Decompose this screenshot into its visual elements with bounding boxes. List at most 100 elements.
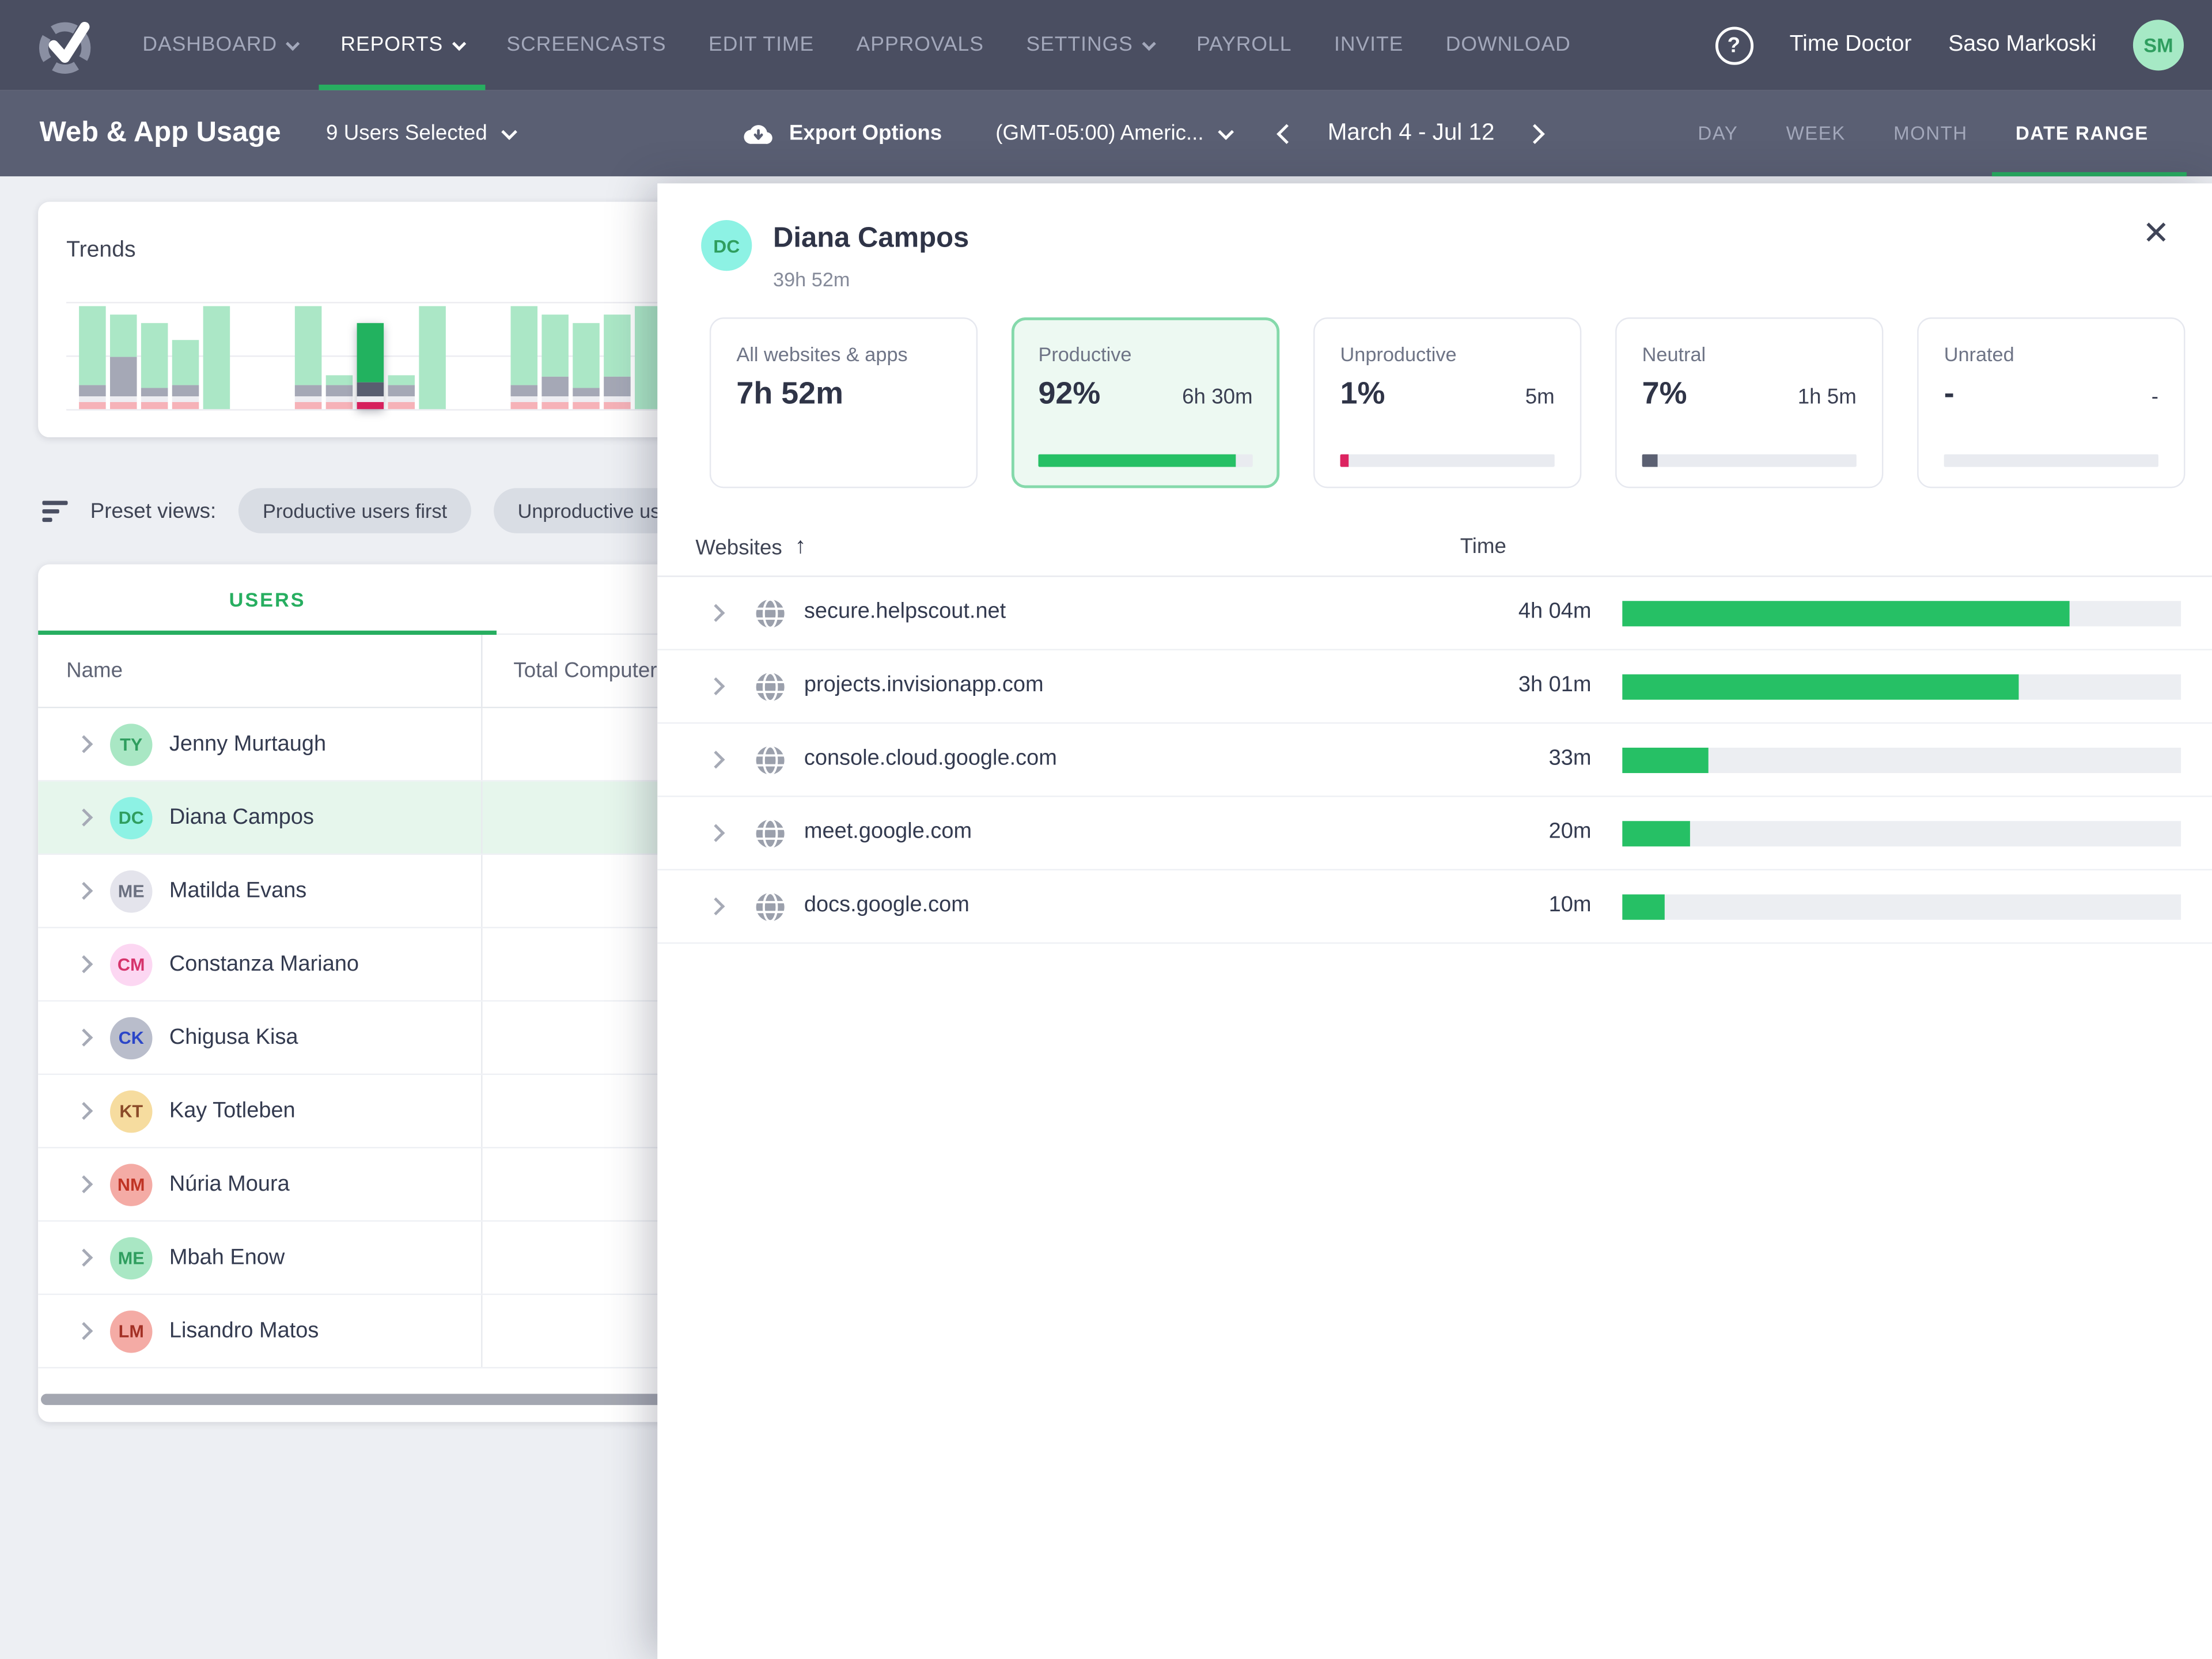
website-row[interactable]: docs.google.com 10m (657, 870, 2212, 944)
view-mode-day[interactable]: DAY (1674, 90, 1762, 176)
preset-views-label: Preset views: (90, 499, 216, 523)
trends-bar-chart (79, 302, 666, 409)
expand-chevron-icon[interactable] (75, 1102, 93, 1120)
date-navigator: March 4 - Jul 12 (1280, 120, 1543, 147)
users-selector[interactable]: 9 Users Selected (326, 122, 516, 146)
date-range-label[interactable]: March 4 - Jul 12 (1294, 120, 1528, 147)
website-time: 33m (1363, 747, 1592, 772)
user-row-name: Núria Moura (169, 1172, 290, 1197)
stat-progress-fill (1642, 454, 1657, 467)
nav-item-label: REPORTS (340, 34, 443, 56)
nav-item-label: APPROVALS (857, 34, 984, 56)
preset-chip[interactable]: Productive users first (238, 488, 471, 533)
trend-bar[interactable] (295, 306, 322, 410)
nav-item-download[interactable]: DOWNLOAD (1425, 0, 1592, 90)
trend-bar[interactable] (326, 375, 353, 410)
user-row-avatar: ME (110, 870, 152, 912)
expand-chevron-icon[interactable] (75, 1029, 93, 1047)
trend-bar[interactable] (79, 306, 106, 410)
view-mode-date-range[interactable]: DATE RANGE (1991, 90, 2172, 176)
user-row-name: Jenny Murtaugh (169, 732, 326, 757)
website-bar-fill (1622, 601, 2069, 626)
time-doctor-logo-icon[interactable] (34, 9, 99, 82)
nav-item-settings[interactable]: SETTINGS (1005, 0, 1176, 90)
user-avatar[interactable]: SM (2133, 20, 2184, 70)
close-icon[interactable]: ✕ (2142, 217, 2169, 249)
stat-value: 1% (1340, 375, 1385, 412)
trend-bar[interactable] (172, 339, 199, 409)
user-row-avatar: DC (110, 796, 152, 838)
stat-time: - (2152, 385, 2158, 410)
chevron-down-icon (452, 36, 466, 50)
app-window: DASHBOARD REPORTS SCREENCASTS EDIT TIME … (0, 0, 2212, 1659)
website-row[interactable]: meet.google.com 20m (657, 797, 2212, 870)
help-icon[interactable]: ? (1715, 26, 1753, 64)
expand-chevron-icon[interactable] (75, 882, 93, 900)
website-domain: console.cloud.google.com (804, 747, 1057, 772)
stat-label: Unproductive (1340, 343, 1555, 365)
time-column-header: Time (1460, 535, 1506, 559)
trend-bar[interactable] (388, 375, 415, 410)
nav-item-edit-time[interactable]: EDIT TIME (687, 0, 835, 90)
expand-chevron-icon[interactable] (707, 751, 725, 768)
website-bar-fill (1622, 675, 2019, 700)
website-row[interactable]: secure.helpscout.net 4h 04m (657, 577, 2212, 650)
view-mode-week[interactable]: WEEK (1762, 90, 1870, 176)
trend-bar[interactable] (110, 315, 137, 409)
trend-bar[interactable] (573, 323, 600, 409)
expand-chevron-icon[interactable] (75, 1249, 93, 1267)
website-domain: docs.google.com (804, 893, 969, 918)
user-detail-panel: DC Diana Campos 39h 52m ✕ All websites &… (657, 183, 2212, 1659)
trend-bar[interactable] (357, 323, 384, 409)
nav-item-payroll[interactable]: PAYROLL (1175, 0, 1313, 90)
trend-bar[interactable] (604, 315, 631, 409)
trend-bar[interactable] (511, 306, 538, 410)
expand-chevron-icon[interactable] (75, 1322, 93, 1340)
next-period-button[interactable] (1525, 123, 1546, 143)
website-row[interactable]: projects.invisionapp.com 3h 01m (657, 650, 2212, 724)
expand-chevron-icon[interactable] (75, 809, 93, 827)
expand-chevron-icon[interactable] (707, 604, 725, 622)
stat-card-neutral[interactable]: Neutral 7% 1h 5m (1615, 317, 1883, 488)
nav-item-dashboard[interactable]: DASHBOARD (122, 0, 320, 90)
trend-bar[interactable] (541, 315, 569, 409)
website-row[interactable]: console.cloud.google.com 33m (657, 724, 2212, 797)
stat-progress-track (1944, 454, 2158, 467)
view-mode-month[interactable]: MONTH (1869, 90, 1991, 176)
export-options-button[interactable]: Export Options (738, 120, 942, 146)
view-mode-tabs: DAY WEEK MONTH DATE RANGE (1674, 90, 2173, 176)
user-row-name: Mbah Enow (169, 1245, 285, 1270)
expand-chevron-icon[interactable] (707, 677, 725, 695)
stat-card-unrated[interactable]: Unrated - - (1917, 317, 2185, 488)
expand-chevron-icon[interactable] (75, 735, 93, 753)
website-domain: meet.google.com (804, 820, 972, 845)
tab-users[interactable]: USERS (38, 565, 497, 634)
globe-icon (753, 817, 787, 851)
expand-chevron-icon[interactable] (707, 897, 725, 915)
trend-bar[interactable] (203, 306, 230, 410)
website-bar-fill (1622, 748, 1709, 773)
website-time: 4h 04m (1363, 600, 1592, 625)
top-nav: DASHBOARD REPORTS SCREENCASTS EDIT TIME … (0, 0, 2212, 90)
expand-chevron-icon[interactable] (707, 824, 725, 842)
column-header-name[interactable]: Name (38, 635, 482, 707)
nav-item-reports[interactable]: REPORTS (320, 0, 486, 90)
cloud-download-icon (738, 120, 774, 146)
stat-card-unproductive[interactable]: Unproductive 1% 5m (1313, 317, 1581, 488)
expand-chevron-icon[interactable] (75, 955, 93, 973)
nav-item-screencasts[interactable]: SCREENCASTS (486, 0, 688, 90)
website-time: 3h 01m (1363, 673, 1592, 698)
website-bar-track (1622, 675, 2181, 700)
stat-card-productive[interactable]: Productive 92% 6h 30m (1012, 317, 1279, 488)
trend-bar[interactable] (141, 323, 168, 409)
nav-item-approvals[interactable]: APPROVALS (835, 0, 1005, 90)
panel-total-time: 39h 52m (773, 268, 850, 290)
globe-icon (753, 744, 787, 778)
trend-bar[interactable] (419, 306, 446, 410)
timezone-selector[interactable]: (GMT-05:00) Americ... (995, 122, 1232, 146)
expand-chevron-icon[interactable] (75, 1175, 93, 1193)
chevron-down-icon (1218, 123, 1234, 139)
websites-sort-header[interactable]: Websites ↑ (695, 535, 806, 560)
nav-item-invite[interactable]: INVITE (1313, 0, 1425, 90)
stat-card-all-websites-apps[interactable]: All websites & apps 7h 52m (710, 317, 978, 488)
